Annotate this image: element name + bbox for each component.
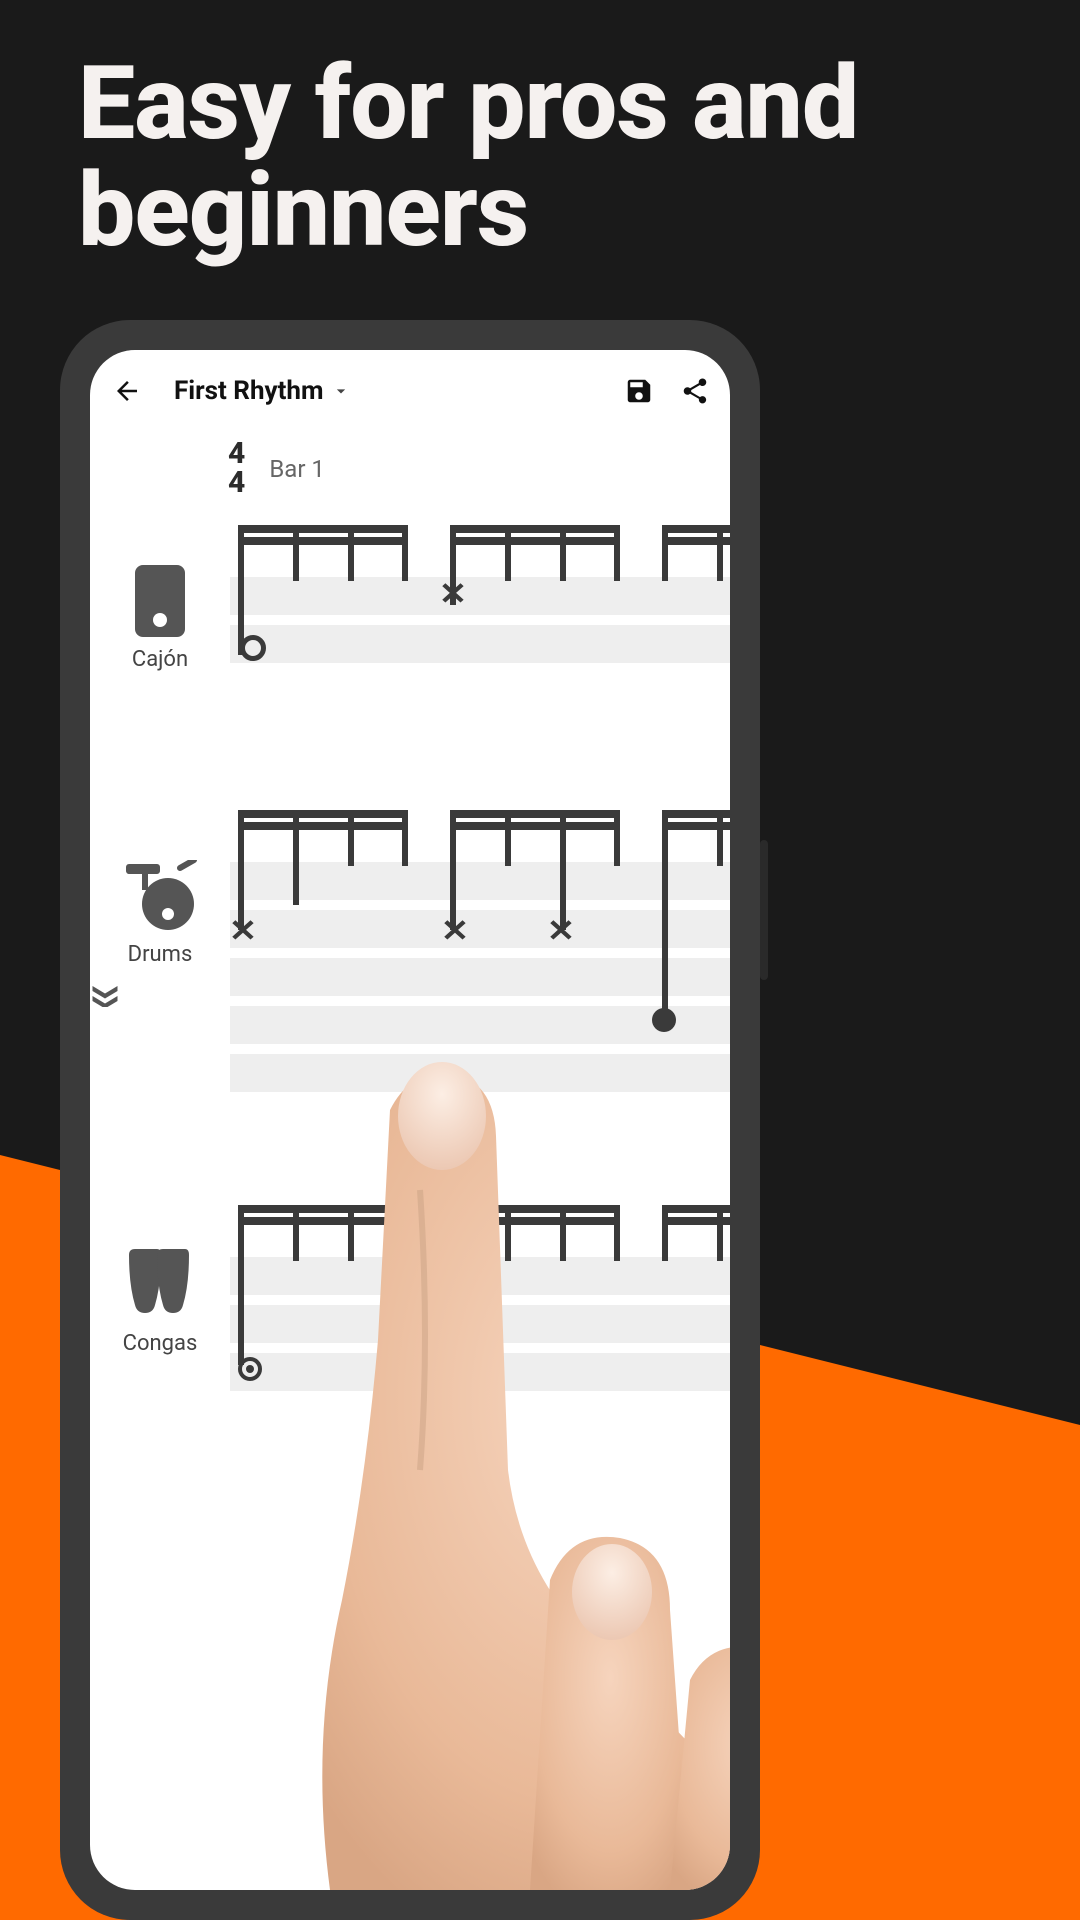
bar-label: Bar 1: [269, 455, 325, 483]
note-x[interactable]: ✕: [548, 919, 574, 942]
note-fill[interactable]: [652, 1008, 676, 1032]
track-congas[interactable]: Congas: [90, 1205, 730, 1485]
note-target[interactable]: [238, 1357, 262, 1381]
rhythm-title: First Rhythm: [174, 376, 323, 406]
arrow-left-icon: [112, 376, 142, 406]
phone-frame: First Rhythm 4 4 Bar 1: [60, 320, 760, 1920]
save-button[interactable]: [622, 374, 656, 408]
drums-label: Drums: [90, 942, 230, 967]
congas-icon: [90, 1245, 230, 1321]
share-icon: [680, 376, 710, 406]
note-x[interactable]: ✕: [442, 919, 468, 942]
cajon-label: Cajón: [90, 647, 230, 672]
phone-side-button: [760, 840, 768, 980]
double-chevron-down-icon: [90, 985, 120, 1007]
marketing-headline: Easy for pros and beginners: [78, 50, 1040, 264]
chevron-down-icon: [331, 381, 351, 401]
note-x[interactable]: ✕: [230, 919, 256, 942]
drums-notation[interactable]: ✕ ✕ ✕: [230, 810, 730, 1110]
time-signature[interactable]: 4 4: [228, 440, 245, 497]
track-cajon[interactable]: Cajón: [90, 525, 730, 695]
cajon-notation[interactable]: ✕: [230, 525, 730, 825]
cajon-icon: [90, 565, 230, 637]
expand-drums-button[interactable]: [90, 985, 120, 1007]
note-open[interactable]: [240, 635, 266, 661]
back-button[interactable]: [108, 372, 146, 410]
congas-notation[interactable]: [230, 1205, 730, 1505]
track-drums[interactable]: Drums: [90, 810, 730, 1110]
bar-header: 4 4 Bar 1: [90, 440, 730, 497]
save-icon: [624, 376, 654, 406]
time-sig-bottom: 4: [228, 469, 245, 498]
congas-label: Congas: [90, 1331, 230, 1356]
app-header: First Rhythm: [90, 350, 730, 422]
rhythm-title-dropdown[interactable]: First Rhythm: [174, 376, 351, 406]
note-x[interactable]: ✕: [440, 582, 466, 605]
share-button[interactable]: [678, 374, 712, 408]
app-screen: First Rhythm 4 4 Bar 1: [90, 350, 730, 1890]
drums-icon: [90, 860, 230, 932]
